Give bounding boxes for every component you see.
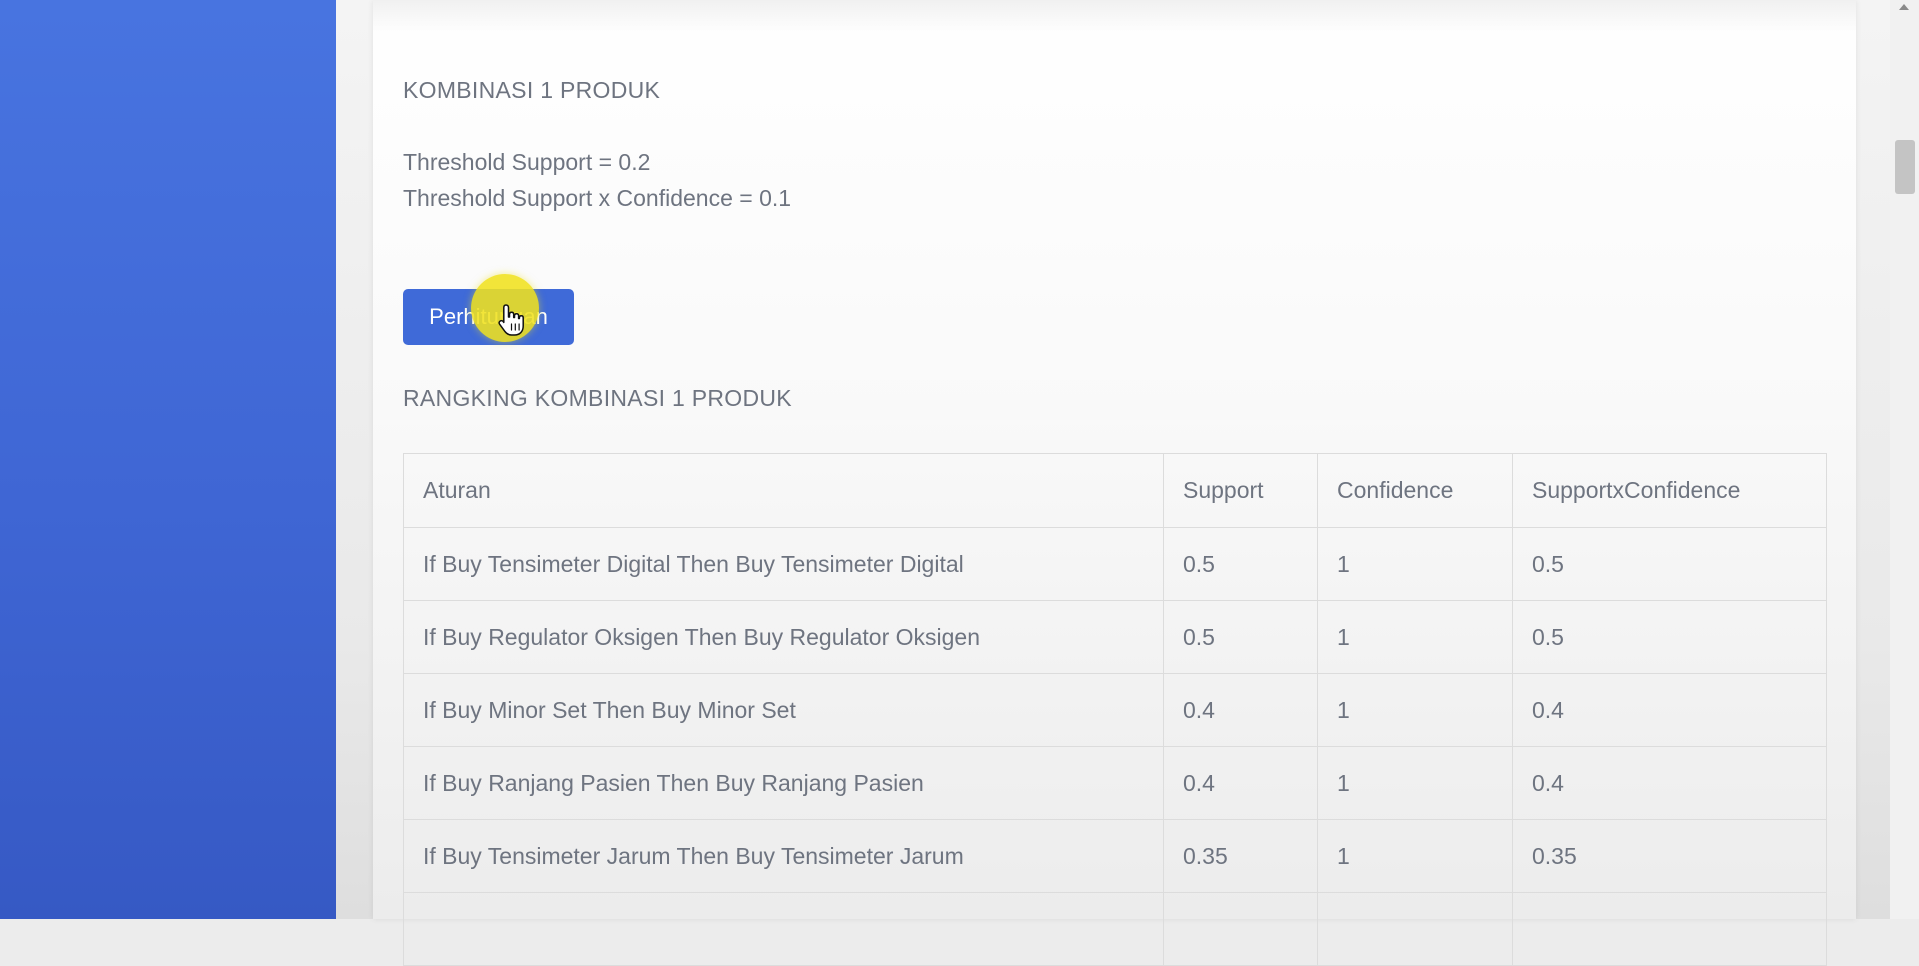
vertical-scrollbar[interactable] bbox=[1890, 0, 1919, 919]
cell-aturan: If Buy Tensimeter Digital Then Buy Tensi… bbox=[403, 527, 1164, 601]
sidebar bbox=[0, 0, 336, 919]
cell-supportxconfidence: 0.5 bbox=[1512, 600, 1827, 674]
cell-supportxconfidence: 0.5 bbox=[1512, 527, 1827, 601]
cell-support: 0.5 bbox=[1163, 527, 1318, 601]
cell-support bbox=[1163, 892, 1318, 966]
cell-supportxconfidence bbox=[1512, 892, 1827, 966]
cell-supportxconfidence: 0.35 bbox=[1512, 819, 1827, 893]
cell-confidence: 1 bbox=[1317, 819, 1513, 893]
section-heading: KOMBINASI 1 PRODUK bbox=[403, 77, 661, 103]
cell-support: 0.4 bbox=[1163, 746, 1318, 820]
cell-aturan: If Buy Tensimeter Jarum Then Buy Tensime… bbox=[403, 819, 1164, 893]
cell-support: 0.35 bbox=[1163, 819, 1318, 893]
ranking-heading: RANGKING KOMBINASI 1 PRODUK bbox=[403, 385, 792, 411]
cell-confidence: 1 bbox=[1317, 600, 1513, 674]
cell-supportxconfidence: 0.4 bbox=[1512, 673, 1827, 747]
cell-aturan: If Buy Regulator Oksigen Then Buy Regula… bbox=[403, 600, 1164, 674]
table-row: If Buy Ranjang Pasien Then Buy Ranjang P… bbox=[403, 746, 1827, 820]
column-header-confidence: Confidence bbox=[1317, 453, 1513, 528]
cell-confidence: 1 bbox=[1317, 527, 1513, 601]
scroll-up-arrow-icon[interactable] bbox=[1899, 4, 1909, 10]
ranking-table: Aturan Support Confidence SupportxConfid… bbox=[403, 453, 1827, 966]
cell-aturan bbox=[403, 892, 1164, 966]
hand-pointer-icon bbox=[498, 304, 524, 336]
threshold-support-text: Threshold Support = 0.2 bbox=[403, 149, 651, 175]
column-header-aturan: Aturan bbox=[403, 453, 1164, 528]
table-row: If Buy Regulator Oksigen Then Buy Regula… bbox=[403, 600, 1827, 674]
table-row: If Buy Tensimeter Digital Then Buy Tensi… bbox=[403, 527, 1827, 601]
column-header-supportxconfidence: SupportxConfidence bbox=[1512, 453, 1827, 528]
cell-aturan: If Buy Minor Set Then Buy Minor Set bbox=[403, 673, 1164, 747]
cell-supportxconfidence: 0.4 bbox=[1512, 746, 1827, 820]
cell-support: 0.5 bbox=[1163, 600, 1318, 674]
table-header-row: Aturan Support Confidence SupportxConfid… bbox=[403, 453, 1827, 528]
table-row bbox=[403, 892, 1827, 966]
table-row: If Buy Tensimeter Jarum Then Buy Tensime… bbox=[403, 819, 1827, 893]
column-header-support: Support bbox=[1163, 453, 1318, 528]
cell-confidence: 1 bbox=[1317, 746, 1513, 820]
card-top-shadow bbox=[373, 0, 1856, 34]
cell-support: 0.4 bbox=[1163, 673, 1318, 747]
cell-aturan: If Buy Ranjang Pasien Then Buy Ranjang P… bbox=[403, 746, 1164, 820]
threshold-support-confidence-text: Threshold Support x Confidence = 0.1 bbox=[403, 185, 792, 211]
scrollbar-thumb[interactable] bbox=[1895, 140, 1915, 194]
table-row: If Buy Minor Set Then Buy Minor Set 0.4 … bbox=[403, 673, 1827, 747]
cell-confidence: 1 bbox=[1317, 673, 1513, 747]
cell-confidence bbox=[1317, 892, 1513, 966]
